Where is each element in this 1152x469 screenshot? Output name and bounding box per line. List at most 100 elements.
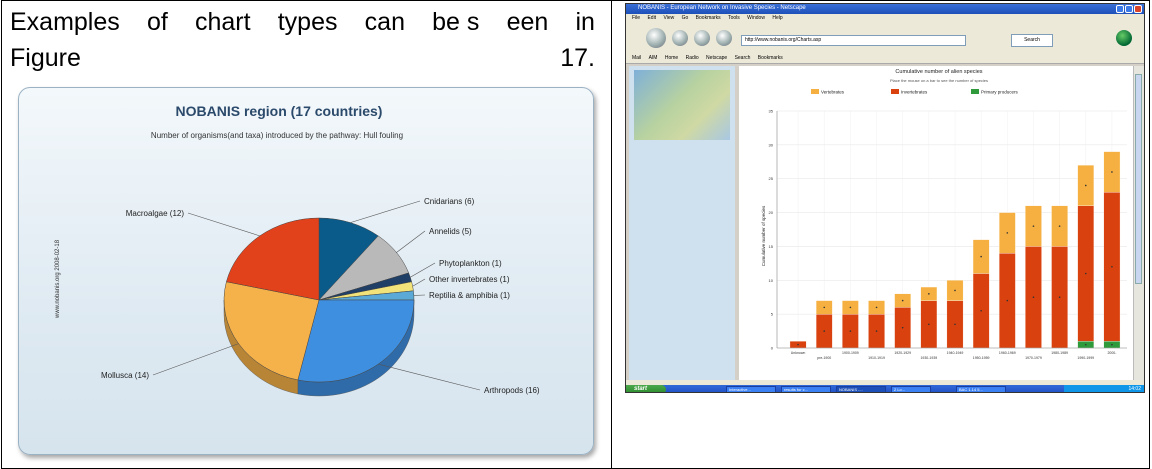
bar-axes: 0 5 10 15 20 25 30 35 Cumulative number of speci… (761, 109, 1127, 360)
bar-segment-marker (875, 306, 878, 309)
pie-slice-label: Reptilia & amphibia (1) (429, 291, 510, 300)
bookmark-radio[interactable]: Radio (686, 55, 699, 61)
taskbar-button[interactable]: BAC 1.14 5... (956, 386, 1006, 392)
taskbar-button[interactable]: 2 Lo... (891, 386, 931, 392)
y-axis-title: Cumulative number of species (761, 205, 766, 266)
search-button[interactable]: Search (1011, 34, 1053, 47)
taskbar-button[interactable]: NOBANIS -... (836, 386, 886, 392)
bar-chart-subtitle: Place the mouse on a bar to see the numb… (890, 78, 988, 83)
pie-watermark: www.nobanis.org 2008-02-18 (55, 239, 61, 319)
bar-segment-marker (1006, 299, 1009, 302)
bar-segment-marker (954, 289, 956, 292)
maximize-icon[interactable] (1125, 5, 1133, 13)
bar-segment-marker (1032, 296, 1035, 299)
x-tick-label: 1960-1969 (999, 351, 1016, 355)
bar-segment-marker (1084, 272, 1087, 275)
menu-item-go[interactable]: Go (682, 15, 689, 21)
intro-word: be s (432, 8, 480, 36)
bookmark-home[interactable]: Home (665, 55, 678, 61)
browser-screenshot: NOBANIS - European Network on Invasive S… (625, 3, 1145, 393)
forward-icon[interactable] (672, 30, 688, 46)
x-tick-label: 1970-1979 (1025, 356, 1042, 360)
y-tick-label: 35 (769, 109, 774, 114)
menu-item-tools[interactable]: Tools (728, 15, 740, 21)
stop-icon[interactable] (716, 30, 732, 46)
x-tick-label: 2000- (1107, 351, 1117, 355)
bar-chart-title: Cumulative number of alien species (895, 69, 982, 75)
bar-segment-marker (875, 330, 878, 332)
pie-slice-label: Macroalgae (12) (126, 209, 185, 218)
legend-label: Primary producers (981, 90, 1019, 95)
window-title: NOBANIS - European Network on Invasive S… (638, 5, 806, 11)
window-titlebar: NOBANIS - European Network on Invasive S… (626, 4, 1144, 14)
menu-item-view[interactable]: View (663, 15, 674, 21)
bookmarks-toolbar: Mail AIM Home Radio Netscape Search Book… (626, 53, 1144, 64)
pie-chart-subtitle: Number of organisms(and taxa) introduced… (151, 131, 403, 140)
navigation-toolbar: http://www.nobanis.org/Charts.asp Search (626, 23, 1144, 54)
europe-map-image[interactable] (634, 70, 730, 140)
pie-leader-line (378, 363, 481, 391)
bar-segment-marker (1111, 171, 1113, 173)
minimize-icon[interactable] (1116, 5, 1124, 13)
menu-item-help[interactable]: Help (772, 15, 782, 21)
bar-segment-marker (1111, 343, 1113, 346)
legend-swatch (811, 89, 819, 94)
windows-taskbar: start Interactive... results for c... NO… (626, 385, 1144, 392)
bar-segment-marker (797, 343, 799, 346)
x-tick-label: 1930-1939 (920, 356, 937, 360)
pie-leader-line (152, 343, 239, 376)
bar-segment-marker (1006, 232, 1009, 234)
intro-word: can (364, 8, 405, 36)
start-button[interactable]: start (626, 385, 666, 392)
legend-label: Vertebrates (821, 90, 845, 95)
taskbar-button[interactable]: Interactive... (726, 386, 776, 392)
bar-segment-marker (823, 330, 826, 332)
bookmark-mail[interactable]: Mail (632, 55, 641, 61)
reload-icon[interactable] (694, 30, 710, 46)
bar-segment-marker (901, 299, 904, 302)
x-tick-label: 1900-1909 (842, 351, 859, 355)
menu-bar: File Edit View Go Bookmarks Tools Window… (626, 14, 1144, 23)
bookmark-netscape[interactable]: Netscape (706, 55, 727, 61)
intro-word: in (575, 8, 595, 36)
intro-figure-word: Figure (10, 44, 81, 72)
pie-slice-label: Other invertebrates (1) (429, 275, 510, 284)
bar-segment-marker (1058, 225, 1061, 227)
system-tray: 14:02 (1064, 385, 1144, 392)
x-tick-label: 1910-1919 (868, 356, 885, 360)
intro-line-2: Figure 17. (10, 40, 595, 76)
x-tick-label: 1990-1999 (1077, 356, 1094, 360)
y-tick-label: 15 (769, 244, 774, 249)
pie-slice-label: Arthropods (16) (484, 386, 540, 395)
bookmark-aim[interactable]: AIM (649, 55, 658, 61)
intro-line-1: Examples of chart types can be s een in (10, 4, 595, 40)
bar-segment-marker (980, 255, 982, 258)
pie-chart-title: NOBANIS region (17 countries) (176, 103, 383, 119)
pie-leader-line (350, 200, 421, 223)
menu-item-file[interactable]: File (632, 15, 640, 21)
close-icon[interactable] (1134, 5, 1142, 13)
taskbar-button[interactable]: results for c... (781, 386, 831, 392)
vertical-scrollbar[interactable] (1133, 66, 1144, 380)
url-field[interactable]: http://www.nobanis.org/Charts.asp (741, 35, 966, 46)
bookmark-bookmarks[interactable]: Bookmarks (758, 55, 783, 61)
bar-legend: Vertebrates Invertebrates Primary producer… (811, 89, 1019, 95)
bar-segment-marker (980, 309, 982, 312)
intro-word: chart (194, 8, 251, 36)
bar-segment-marker (849, 330, 852, 332)
bookmark-search[interactable]: Search (735, 55, 751, 61)
bar-segment-marker (1111, 265, 1113, 268)
pie-leader-line (396, 230, 426, 253)
bar-segment-marker (823, 306, 826, 309)
back-icon[interactable] (646, 28, 666, 48)
intro-figure-number: 17. (560, 44, 595, 72)
y-tick-label: 25 (769, 176, 774, 181)
bar-segment-marker (849, 306, 852, 309)
x-tick-label: 1980-1989 (1051, 351, 1068, 355)
intro-word: of (146, 8, 168, 36)
scrollbar-thumb[interactable] (1135, 74, 1142, 284)
menu-item-edit[interactable]: Edit (647, 15, 656, 21)
menu-item-bookmarks[interactable]: Bookmarks (696, 15, 721, 21)
menu-item-window[interactable]: Window (747, 15, 765, 21)
intro-word: Examples (10, 8, 120, 36)
